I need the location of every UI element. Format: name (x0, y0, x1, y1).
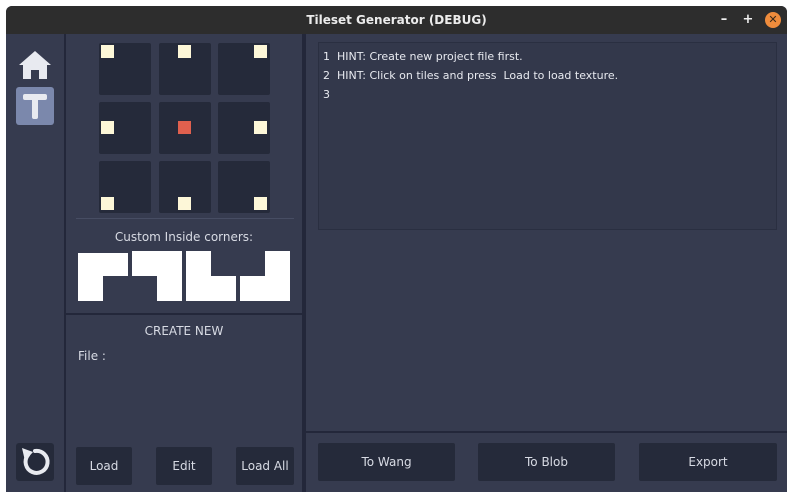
corner-tile-2[interactable] (132, 251, 182, 301)
panel-divider (302, 34, 306, 492)
line-number: 3 (323, 88, 330, 101)
hint-editor[interactable]: 1 HINT: Create new project file first. 2H… (318, 42, 777, 230)
corner-notch (211, 251, 236, 276)
right-section-divider (306, 431, 787, 433)
editor-line: 2 HINT: Click on tiles and press Load to … (323, 69, 618, 82)
tile-top-right[interactable] (218, 43, 270, 95)
left-section-divider (66, 313, 302, 315)
sidebar-item-tiles[interactable] (16, 87, 54, 125)
tile-bottom-right[interactable] (218, 161, 270, 213)
tile-middle-right[interactable] (218, 102, 270, 154)
tiles-separator (76, 218, 294, 219)
maximize-button[interactable]: + (740, 12, 756, 28)
load-all-button[interactable]: Load All (236, 447, 294, 485)
sidebar-item-refresh[interactable] (16, 443, 54, 481)
corner-notch (103, 276, 128, 301)
sidebar-divider (64, 34, 66, 492)
center-dot (178, 121, 191, 134)
tile-bottom-left[interactable] (99, 161, 151, 213)
line-text: HINT: Create new project file first. (337, 50, 523, 63)
corner-dot (254, 45, 267, 58)
text-t-icon (23, 94, 47, 119)
line-text: HINT: Click on tiles and press Load to l… (337, 69, 619, 82)
sidebar-item-home[interactable] (16, 46, 54, 84)
file-label: File : (78, 349, 106, 363)
tile-top-center[interactable] (159, 43, 211, 95)
corner-dot (178, 197, 191, 210)
to-wang-button[interactable]: To Wang (318, 443, 455, 481)
corner-dot (254, 197, 267, 210)
corner-notch (240, 251, 265, 276)
minimize-button[interactable]: – (716, 12, 732, 28)
corner-dot (101, 121, 114, 134)
corner-dot (101, 45, 114, 58)
refresh-icon (22, 448, 50, 475)
home-icon (19, 51, 51, 79)
export-button[interactable]: Export (639, 443, 777, 481)
to-blob-button[interactable]: To Blob (478, 443, 615, 481)
editor-line: 1 HINT: Create new project file first. (323, 50, 523, 63)
edit-button[interactable]: Edit (156, 447, 212, 485)
corner-tile-3[interactable] (186, 251, 236, 301)
title-bar: Tileset Generator (DEBUG) – + ✕ (6, 6, 787, 34)
tile-middle-left[interactable] (99, 102, 151, 154)
tile-top-left[interactable] (99, 43, 151, 95)
corners-label: Custom Inside corners: (114, 230, 254, 244)
tile-center[interactable] (159, 102, 211, 154)
corner-tile-1[interactable] (78, 251, 128, 301)
line-number: 2 (323, 69, 330, 82)
corner-edge (78, 251, 128, 253)
create-title: CREATE NEW (144, 324, 224, 338)
corner-notch (132, 276, 157, 301)
corner-dot (178, 45, 191, 58)
corner-dot (254, 121, 267, 134)
corner-dot (101, 197, 114, 210)
window-title: Tileset Generator (DEBUG) (306, 13, 487, 27)
load-button[interactable]: Load (76, 447, 132, 485)
corner-tile-4[interactable] (240, 251, 290, 301)
app-window: Tileset Generator (DEBUG) – + ✕ Custom I (6, 6, 787, 492)
line-number: 1 (323, 50, 330, 63)
close-button[interactable]: ✕ (765, 12, 781, 28)
editor-line: 3 (323, 88, 337, 101)
tile-bottom-center[interactable] (159, 161, 211, 213)
